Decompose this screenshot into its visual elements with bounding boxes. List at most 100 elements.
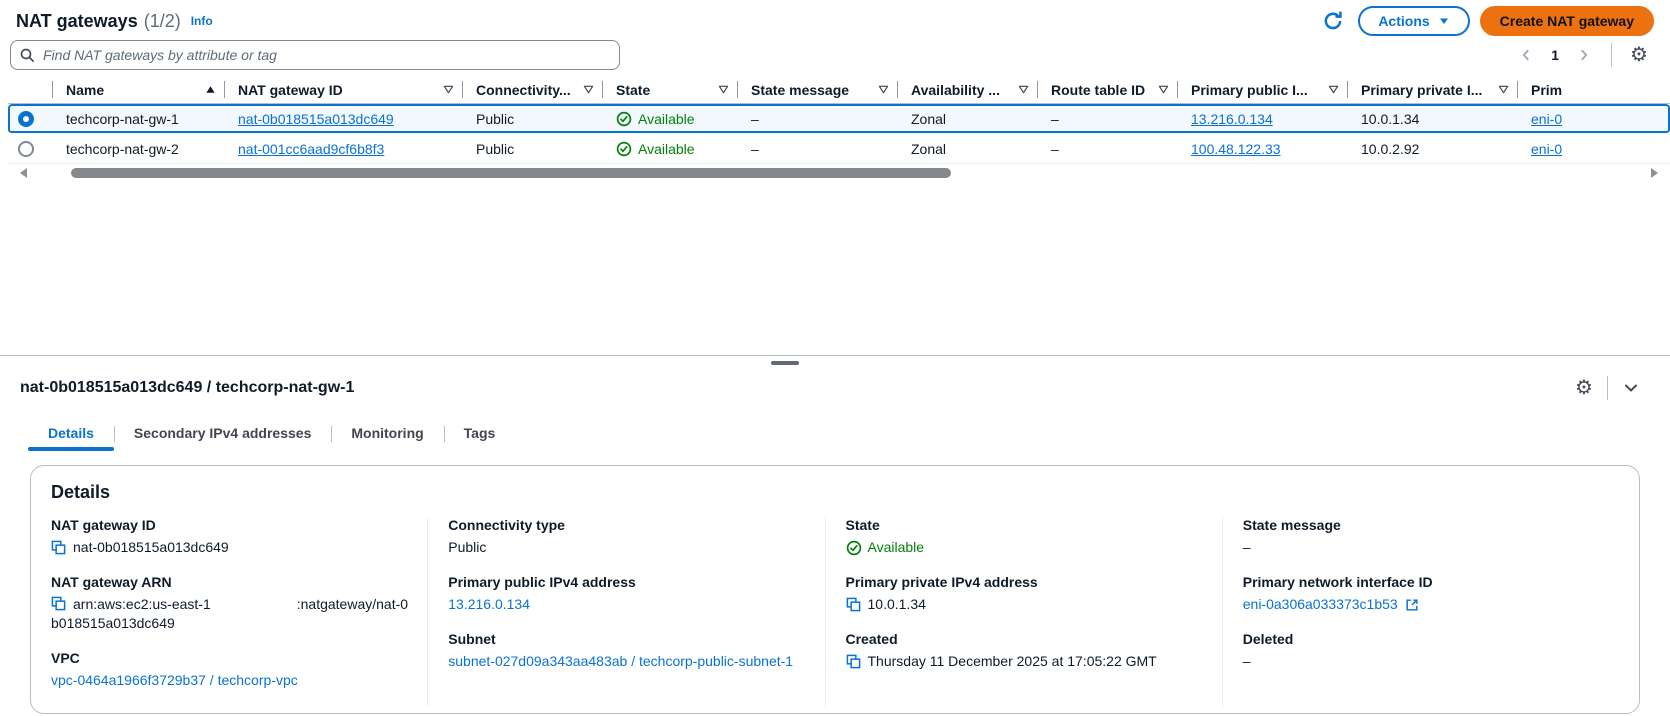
tab-details[interactable]: Details: [28, 419, 114, 451]
column-header-nat-gateway-id[interactable]: NAT gateway ID: [224, 76, 462, 103]
tab-monitoring[interactable]: Monitoring: [331, 419, 443, 451]
details-column-2: Connectivity type Public Primary public …: [427, 517, 824, 707]
create-nat-gateway-button[interactable]: Create NAT gateway: [1480, 6, 1654, 36]
next-page-button[interactable]: [1569, 40, 1599, 70]
status-available-icon: [616, 141, 632, 157]
field-deleted: Deleted –: [1243, 631, 1603, 671]
chevron-left-icon: [1519, 48, 1533, 62]
primary-public-ip-link[interactable]: 100.48.122.33: [1191, 141, 1281, 157]
column-header-primary-eni[interactable]: Prim: [1517, 76, 1667, 103]
scroll-left-icon[interactable]: [20, 168, 27, 178]
cell-primary-private-ip: 10.0.1.34: [1347, 111, 1517, 127]
vpc-link[interactable]: vpc-0464a1966f3729b37 / techcorp-vpc: [51, 671, 298, 690]
page-header: NAT gateways (1/2) Info Actions Create N…: [0, 0, 1670, 70]
copy-icon[interactable]: [846, 597, 861, 612]
column-label: Route table ID: [1051, 82, 1145, 98]
sort-icon[interactable]: [718, 84, 729, 95]
cell-availability: Zonal: [897, 141, 1037, 157]
column-header-state[interactable]: State: [602, 76, 737, 103]
tab-secondary-ipv4-addresses[interactable]: Secondary IPv4 addresses: [114, 419, 331, 451]
table-row[interactable]: techcorp-nat-gw-2 nat-001cc6aad9cf6b8f3 …: [8, 134, 1670, 164]
pagination-divider: [1611, 43, 1612, 67]
page-title: NAT gateways: [16, 11, 138, 32]
panel-preferences-button[interactable]: ⚙: [1569, 373, 1599, 403]
cell-state-message: –: [737, 141, 897, 157]
row-radio-unselected[interactable]: [18, 141, 34, 157]
details-grid: NAT gateway ID nat-0b018515a013dc649 NAT…: [51, 517, 1619, 707]
actions-button[interactable]: Actions: [1358, 6, 1469, 36]
split-panel-drag-handle[interactable]: [771, 361, 799, 365]
table-header-row: Name NAT gateway ID Connectivity... Stat…: [8, 76, 1670, 104]
cell-availability: Zonal: [897, 111, 1037, 127]
column-header-name[interactable]: Name: [52, 76, 224, 103]
cell-connectivity: Public: [462, 141, 602, 157]
column-header-route-table-id[interactable]: Route table ID: [1037, 76, 1177, 103]
caret-down-icon: [1438, 15, 1450, 27]
cell-name: techcorp-nat-gw-1: [52, 111, 224, 127]
nat-gateway-id-link[interactable]: nat-001cc6aad9cf6b8f3: [238, 141, 384, 157]
search-input[interactable]: [10, 40, 620, 70]
state-available: Available: [616, 111, 695, 127]
field-label: VPC: [51, 650, 411, 666]
cell-name: techcorp-nat-gw-2: [52, 141, 224, 157]
refresh-button[interactable]: [1318, 6, 1348, 36]
detail-panel-actions: ⚙: [1569, 373, 1646, 403]
sort-ascending-icon[interactable]: [205, 84, 216, 95]
table-row[interactable]: techcorp-nat-gw-1 nat-0b018515a013dc649 …: [8, 104, 1670, 134]
sort-icon[interactable]: [443, 84, 454, 95]
sort-icon[interactable]: [1158, 84, 1169, 95]
detail-tabs: Details Secondary IPv4 addresses Monitor…: [28, 419, 1670, 451]
column-header-state-message[interactable]: State message: [737, 76, 897, 103]
arn-region-part: arn:aws:ec2:us-east-1: [73, 596, 211, 612]
panel-actions-divider: [1607, 376, 1608, 400]
field-label: Connectivity type: [448, 517, 808, 533]
column-label: Primary public I...: [1191, 82, 1308, 98]
primary-eni-link[interactable]: eni-0: [1531, 141, 1562, 157]
field-label: Subnet: [448, 631, 808, 647]
collapse-panel-button[interactable]: [1616, 373, 1646, 403]
field-value: Public: [448, 538, 486, 557]
field-label: NAT gateway ARN: [51, 574, 411, 590]
sort-icon[interactable]: [878, 84, 889, 95]
table-preferences-button[interactable]: ⚙: [1624, 40, 1654, 70]
sort-icon[interactable]: [1498, 84, 1509, 95]
subnet-link[interactable]: subnet-027d09a343aa483ab / techcorp-publ…: [448, 652, 793, 671]
primary-public-ip-link[interactable]: 13.216.0.134: [448, 595, 530, 614]
tab-tags[interactable]: Tags: [444, 419, 516, 451]
primary-eni-link[interactable]: eni-0: [1531, 111, 1562, 127]
sort-icon[interactable]: [583, 84, 594, 95]
scrollbar-thumb[interactable]: [71, 168, 951, 178]
field-nat-gateway-id: NAT gateway ID nat-0b018515a013dc649: [51, 517, 411, 557]
copy-icon[interactable]: [846, 654, 861, 669]
details-heading: Details: [51, 482, 1619, 503]
info-link[interactable]: Info: [191, 14, 213, 28]
cell-connectivity: Public: [462, 111, 602, 127]
previous-page-button[interactable]: [1511, 40, 1541, 70]
scrollbar-track[interactable]: [37, 167, 1641, 179]
column-header-availability[interactable]: Availability ...: [897, 76, 1037, 103]
field-label: Created: [846, 631, 1206, 647]
nat-gateway-id-link[interactable]: nat-0b018515a013dc649: [238, 111, 394, 127]
column-header-primary-private-ip[interactable]: Primary private I...: [1347, 76, 1517, 103]
sort-icon[interactable]: [1328, 84, 1339, 95]
cell-route-table-id: –: [1037, 141, 1177, 157]
scroll-right-icon[interactable]: [1651, 168, 1658, 178]
sort-icon[interactable]: [1018, 84, 1029, 95]
gear-icon: ⚙: [1630, 45, 1648, 65]
cell-primary-private-ip: 10.0.2.92: [1347, 141, 1517, 157]
field-connectivity-type: Connectivity type Public: [448, 517, 808, 557]
column-header-primary-public-ip[interactable]: Primary public I...: [1177, 76, 1347, 103]
detail-split-panel: nat-0b018515a013dc649 / techcorp-nat-gw-…: [0, 355, 1670, 714]
field-label: Primary private IPv4 address: [846, 574, 1206, 590]
actions-button-label: Actions: [1378, 13, 1429, 29]
nat-gateways-table: Name NAT gateway ID Connectivity... Stat…: [8, 76, 1670, 179]
row-radio-selected[interactable]: [18, 111, 34, 127]
field-label: NAT gateway ID: [51, 517, 411, 533]
column-header-connectivity[interactable]: Connectivity...: [462, 76, 602, 103]
primary-public-ip-link[interactable]: 13.216.0.134: [1191, 111, 1273, 127]
copy-icon[interactable]: [51, 596, 66, 611]
empty-space: [0, 179, 1670, 355]
primary-eni-link[interactable]: eni-0a306a033373c1b53: [1243, 595, 1398, 614]
copy-icon[interactable]: [51, 540, 66, 555]
current-page-number[interactable]: 1: [1545, 47, 1565, 63]
